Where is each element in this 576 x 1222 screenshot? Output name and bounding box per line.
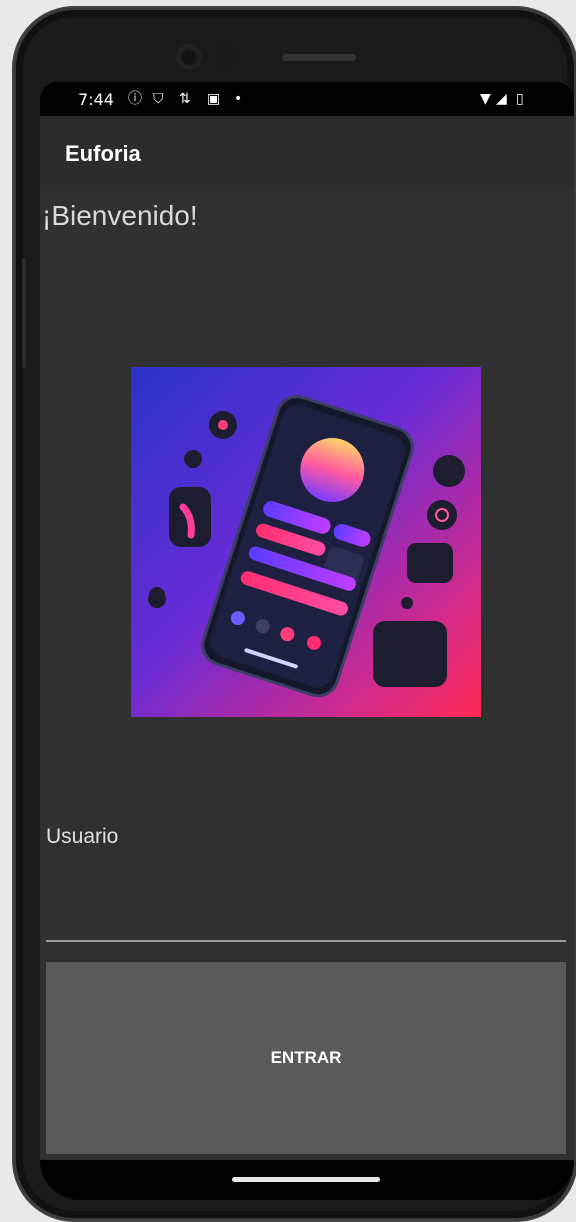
home-gesture-handle[interactable] xyxy=(232,1177,380,1182)
dot-icon: • xyxy=(234,91,243,107)
app-title: Euforia xyxy=(65,141,141,166)
info-icon: ⓘ xyxy=(128,91,142,107)
battery-icon: ▯ xyxy=(516,91,524,107)
hero-image xyxy=(131,367,481,717)
earpiece-speaker xyxy=(282,54,356,61)
network-icon: ⇅ xyxy=(179,91,191,107)
shield-icon: ⛉ xyxy=(153,91,164,107)
status-bar: 7:44 ⓘ ⛉ ⇅ ▣ • ▼ ◢ ▯ xyxy=(40,82,574,116)
welcome-heading: ¡Bienvenido! xyxy=(42,200,198,231)
status-time: 7:44 xyxy=(78,90,114,109)
username-input-underline[interactable] xyxy=(46,940,566,942)
app-bar: Euforia xyxy=(40,116,574,190)
notification-icon: ▣ xyxy=(207,91,221,107)
login-content: ¡Bienvenido! Usuario ENTRAR xyxy=(40,190,574,1160)
front-camera xyxy=(176,44,202,70)
signal-icon: ◢ xyxy=(496,91,507,107)
wifi-icon: ▼ xyxy=(480,91,491,107)
navigation-bar xyxy=(40,1160,574,1200)
username-label: Usuario xyxy=(46,825,119,848)
volume-key xyxy=(22,258,26,368)
enter-button[interactable]: ENTRAR xyxy=(46,962,566,1154)
device-screen: 7:44 ⓘ ⛉ ⇅ ▣ • ▼ ◢ ▯ Euforia ¡Bienvenido… xyxy=(40,82,574,1200)
proximity-sensor xyxy=(217,43,233,71)
